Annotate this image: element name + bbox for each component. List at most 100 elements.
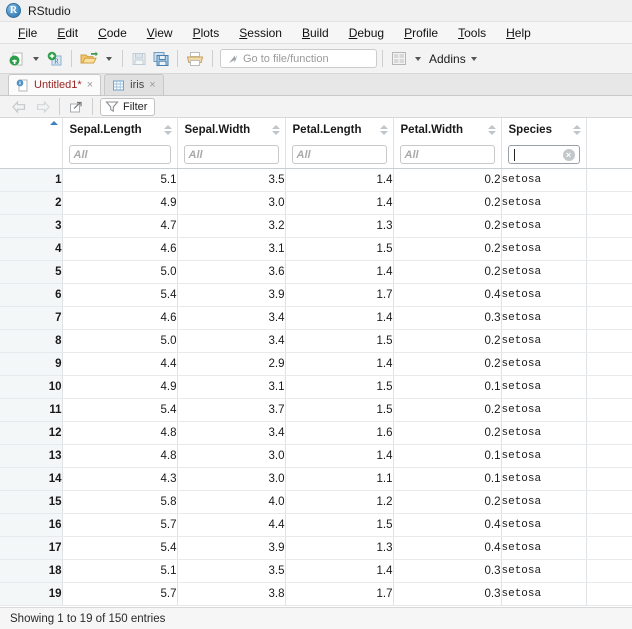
cell-petal-width: 0.2	[393, 191, 502, 215]
cell-petal-width: 0.1	[393, 375, 502, 399]
menu-item-plots[interactable]: Plots	[183, 26, 230, 40]
rownum-column-header[interactable]	[0, 118, 63, 142]
show-in-new-window-button[interactable]	[65, 96, 87, 118]
open-file-button[interactable]	[77, 48, 101, 70]
new-project-r-icon: R	[47, 51, 62, 65]
menu-item-view[interactable]: View	[137, 26, 183, 40]
cell-petal-width: 0.1	[393, 444, 502, 468]
filter-placeholder: All	[296, 148, 311, 161]
table-row[interactable]: 12 4.8 3.4 1.6 0.2 setosa	[0, 421, 632, 445]
filter-input-petal-length[interactable]: All	[291, 145, 387, 165]
table-row[interactable]: 8 5.0 3.4 1.5 0.2 setosa	[0, 329, 632, 353]
pane-layout-button[interactable]	[388, 48, 410, 70]
column-header-petal-length[interactable]: Petal.Length	[285, 118, 394, 142]
print-button[interactable]	[183, 48, 207, 70]
goto-file-function-input[interactable]: Go to file/function	[220, 49, 377, 68]
filter-input-species[interactable]: ×	[507, 145, 580, 165]
table-row[interactable]: 6 5.4 3.9 1.7 0.4 setosa	[0, 283, 632, 307]
menu-item-tools[interactable]: Tools	[448, 26, 496, 40]
filter-input-petal-width[interactable]: All	[399, 145, 495, 165]
menu-item-help[interactable]: Help	[496, 26, 541, 40]
clear-filter-icon[interactable]: ×	[562, 148, 575, 161]
menu-item-debug[interactable]: Debug	[339, 26, 394, 40]
column-header-sepal-width[interactable]: Sepal.Width	[177, 118, 286, 142]
column-header-sepal-length[interactable]: Sepal.Length	[62, 118, 178, 142]
close-icon[interactable]: ×	[87, 79, 93, 91]
rstudio-window: R RStudio File Edit Code View Plots Session Bu…	[0, 0, 632, 629]
filter-input-sepal-width[interactable]: All	[183, 145, 279, 165]
table-row[interactable]: 9 4.4 2.9 1.4 0.2 setosa	[0, 352, 632, 376]
table-row[interactable]: 7 4.6 3.4 1.4 0.3 setosa	[0, 306, 632, 330]
close-icon[interactable]: ×	[149, 79, 155, 91]
menu-item-build[interactable]: Build	[292, 26, 339, 40]
cell-petal-width: 0.4	[393, 513, 502, 537]
sort-toggle-icon[interactable]	[379, 125, 388, 135]
row-spacer	[586, 283, 632, 307]
column-header-petal-width[interactable]: Petal.Width	[393, 118, 502, 142]
table-row[interactable]: 11 5.4 3.7 1.5 0.2 setosa	[0, 398, 632, 422]
sort-down-icon	[163, 131, 172, 135]
editor-tab-untitled1[interactable]: R Untitled1* ×	[8, 74, 102, 95]
new-file-dropdown-caret[interactable]	[33, 56, 39, 61]
cell-species: setosa	[501, 168, 587, 192]
editor-tab-iris[interactable]: iris ×	[104, 74, 164, 95]
table-row[interactable]: 16 5.7 4.4 1.5 0.4 setosa	[0, 513, 632, 537]
row-spacer	[586, 559, 632, 583]
cell-petal-length: 1.1	[285, 467, 394, 491]
table-row[interactable]: 5 5.0 3.6 1.4 0.2 setosa	[0, 260, 632, 284]
menu-item-file[interactable]: File	[8, 26, 47, 40]
addins-caret[interactable]	[470, 56, 477, 61]
menu-item-code[interactable]: Code	[88, 26, 137, 40]
data-grid-icon	[112, 79, 125, 92]
cell-species: setosa	[501, 513, 587, 537]
table-row[interactable]: 10 4.9 3.1 1.5 0.1 setosa	[0, 375, 632, 399]
menu-item-session[interactable]: Session	[229, 26, 292, 40]
save-all-button[interactable]	[150, 48, 172, 70]
filter-cell-species: ×	[501, 142, 587, 169]
pane-layout-caret[interactable]	[415, 56, 421, 61]
table-row[interactable]: 17 5.4 3.9 1.3 0.4 setosa	[0, 536, 632, 560]
cell-sepal-width: 4.4	[177, 513, 286, 537]
cell-sepal-width: 3.4	[177, 306, 286, 330]
cell-petal-length: 1.4	[285, 306, 394, 330]
table-row[interactable]: 3 4.7 3.2 1.3 0.2 setosa	[0, 214, 632, 238]
table-body: 1 5.1 3.5 1.4 0.2 setosa 2 4.9 3.0 1.4 0.2 setosa 3 4…	[0, 168, 632, 606]
table-row[interactable]: 18 5.1 3.5 1.4 0.3 setosa	[0, 559, 632, 583]
row-spacer	[586, 329, 632, 353]
table-row[interactable]: 1 5.1 3.5 1.4 0.2 setosa	[0, 168, 632, 192]
filter-input-sepal-length[interactable]: All	[68, 145, 171, 165]
menu-item-profile[interactable]: Profile	[394, 26, 448, 40]
new-project-button[interactable]: R	[44, 48, 66, 70]
cell-species: setosa	[501, 237, 587, 261]
cell-sepal-width: 3.0	[177, 467, 286, 491]
history-forward-button[interactable]	[31, 96, 54, 118]
row-spacer	[586, 444, 632, 468]
data-grid-container[interactable]: Sepal.Length Sepal.Width Petal.Length Petal…	[0, 118, 632, 607]
cell-species: setosa	[501, 467, 587, 491]
sort-toggle-icon[interactable]	[163, 125, 172, 135]
cell-petal-length: 1.3	[285, 536, 394, 560]
row-number-cell: 9	[0, 352, 63, 376]
table-row[interactable]: 14 4.3 3.0 1.1 0.1 setosa	[0, 467, 632, 491]
table-row[interactable]: 13 4.8 3.0 1.4 0.1 setosa	[0, 444, 632, 468]
row-number-cell: 15	[0, 490, 63, 514]
table-row[interactable]: 19 5.7 3.8 1.7 0.3 setosa	[0, 582, 632, 606]
sort-toggle-icon[interactable]	[572, 125, 581, 135]
sort-toggle-icon[interactable]	[271, 125, 280, 135]
table-row[interactable]: 4 4.6 3.1 1.5 0.2 setosa	[0, 237, 632, 261]
new-file-button[interactable]	[6, 48, 28, 70]
table-row[interactable]: 2 4.9 3.0 1.4 0.2 setosa	[0, 191, 632, 215]
column-header-species[interactable]: Species	[501, 118, 587, 142]
filter-cell-sepal-length: All	[62, 142, 178, 169]
save-button[interactable]	[128, 48, 150, 70]
cell-petal-width: 0.3	[393, 559, 502, 583]
history-back-button[interactable]	[8, 96, 31, 118]
sort-toggle-icon[interactable]	[487, 125, 496, 135]
menu-item-edit[interactable]: Edit	[47, 26, 88, 40]
sort-up-icon	[487, 125, 496, 129]
cell-petal-length: 1.5	[285, 513, 394, 537]
table-row[interactable]: 15 5.8 4.0 1.2 0.2 setosa	[0, 490, 632, 514]
open-file-dropdown-caret[interactable]	[106, 56, 112, 61]
filter-toggle-button[interactable]: Filter	[100, 97, 156, 116]
addins-button[interactable]: Addins	[429, 52, 466, 66]
